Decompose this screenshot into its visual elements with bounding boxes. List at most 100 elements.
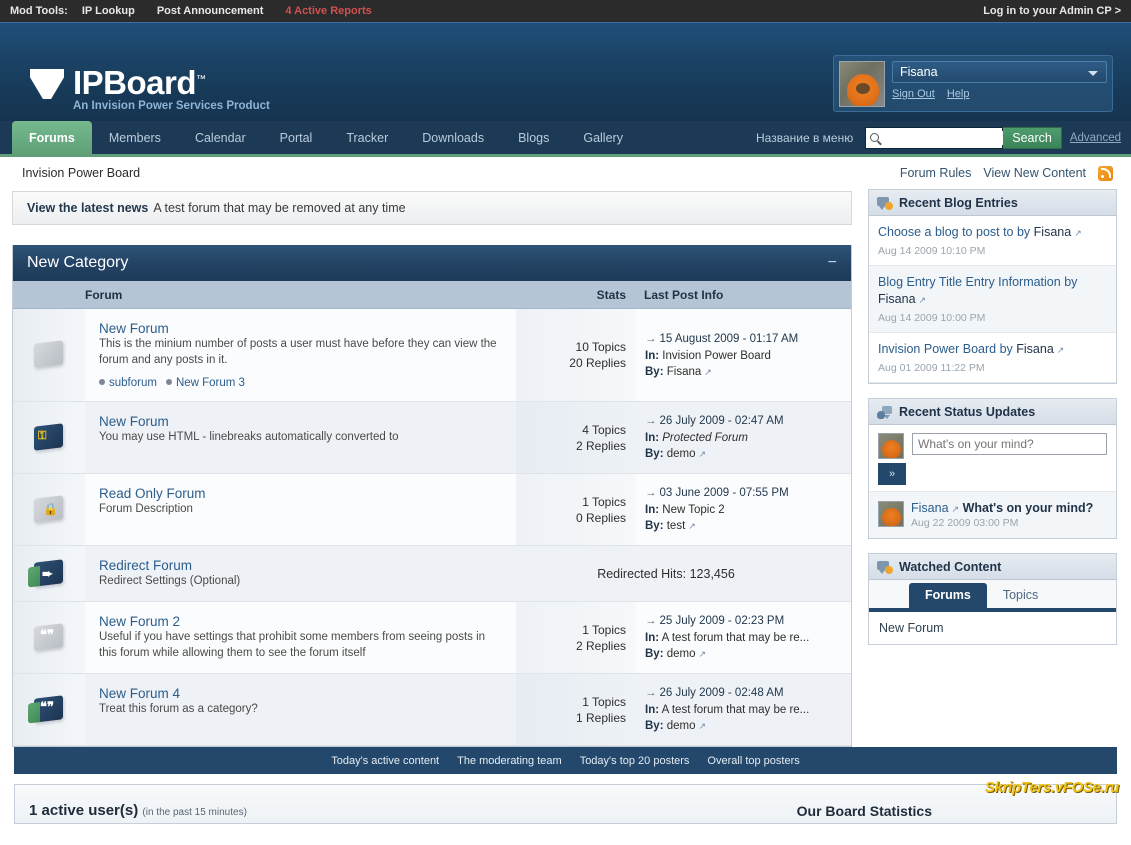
tab-tracker[interactable]: Tracker (329, 121, 405, 154)
forum-rules-link[interactable]: Forum Rules (900, 166, 972, 180)
table-row[interactable]: ❝❞ New Forum 4 Treat this forum as a cat… (13, 674, 851, 746)
forum-stats-cell: 1 Topics 0 Replies (516, 474, 636, 545)
tab-gallery[interactable]: Gallery (566, 121, 640, 154)
last-post-author-link[interactable]: demo (667, 720, 696, 732)
tab-portal[interactable]: Portal (263, 121, 330, 154)
redirect-hits: Redirected Hits: 123,456 (597, 566, 735, 581)
subforum-link[interactable]: subforum (109, 377, 157, 389)
search-box[interactable] (865, 126, 1039, 149)
list-item[interactable]: New Forum (869, 612, 1116, 644)
news-banner[interactable]: View the latest news A test forum that m… (12, 191, 852, 225)
last-post-cell: → 26 July 2009 - 02:48 AM In: A test foru… (636, 674, 851, 745)
forum-title-link[interactable]: New Forum (99, 321, 169, 336)
last-post-cell: → 03 June 2009 - 07:55 PM In: New Topic 2… (636, 474, 851, 545)
forum-stats-cell: 1 Topics 2 Replies (516, 602, 636, 673)
blog-icon (877, 196, 893, 210)
last-post-author-link[interactable]: demo (667, 448, 696, 460)
tab-watched-forums[interactable]: Forums (909, 583, 987, 608)
tab-blogs[interactable]: Blogs (501, 121, 566, 154)
forum-info-cell: New Forum You may use HTML - linebreaks … (85, 402, 516, 473)
forum-title-link[interactable]: New Forum 2 (99, 614, 180, 629)
last-post-cell: → 25 July 2009 - 02:23 PM In: A test foru… (636, 602, 851, 673)
mod-tool-active-reports[interactable]: 4 Active Reports (285, 5, 371, 17)
list-item[interactable]: Choose a blog to post to by Fisana ↗ Aug … (869, 216, 1116, 266)
view-new-content-link[interactable]: View New Content (983, 166, 1086, 180)
user-menu-select[interactable]: Fisana (892, 61, 1107, 83)
sign-out-link[interactable]: Sign Out (892, 88, 935, 100)
admin-cp-link[interactable]: Log in to your Admin CP > (983, 5, 1121, 17)
chevron-down-icon (1088, 71, 1098, 76)
topics-count: 1 Topics (582, 694, 626, 709)
forum-status-cell: ⚿ (13, 402, 85, 473)
footer-link-overall-top-posters[interactable]: Overall top posters (707, 755, 799, 767)
last-post-author-link[interactable]: demo (667, 648, 696, 660)
site-logo[interactable]: IPBoard™ An Invision Power Services Prod… (30, 61, 270, 112)
rss-icon[interactable] (1098, 165, 1113, 181)
last-post-author-link[interactable]: test (667, 520, 686, 532)
list-item[interactable]: Fisana ↗ What's on your mind? Aug 22 2009… (869, 492, 1116, 538)
list-item[interactable]: Invision Power Board by Fisana ↗ Aug 01 2… (869, 333, 1116, 383)
help-link[interactable]: Help (947, 88, 970, 100)
tab-forums[interactable]: Forums (12, 121, 92, 154)
forum-description: You may use HTML - linebreaks automatica… (99, 431, 399, 443)
breadcrumb[interactable]: Invision Power Board (12, 157, 852, 189)
table-row[interactable]: New Forum This is the minium number of p… (13, 309, 851, 402)
user-avatar[interactable] (839, 61, 885, 107)
active-users-text: 1 active user(s) (in the past 15 minutes… (29, 802, 247, 819)
last-post-topic-link[interactable]: Invision Power Board (662, 350, 771, 362)
footer-link-moderating-team[interactable]: The moderating team (457, 755, 562, 767)
tab-downloads[interactable]: Downloads (405, 121, 501, 154)
last-post-date: 26 July 2009 - 02:47 AM (659, 415, 784, 427)
last-post-topic-link[interactable]: Protected Forum (662, 432, 748, 444)
status-input[interactable] (912, 433, 1107, 455)
status-submit-button[interactable]: » (878, 463, 906, 485)
panel-title: Recent Blog Entries (899, 195, 1018, 210)
table-row[interactable]: ➨ Redirect Forum Redirect Settings (Opti… (13, 546, 851, 602)
watermark: SkripTers.vFOSe.ru (984, 779, 1119, 796)
table-row[interactable]: ❝❞ New Forum 2 Useful if you have settin… (13, 602, 851, 674)
list-item[interactable]: Blog Entry Title Entry Information by Fi… (869, 266, 1116, 333)
last-post-author-link[interactable]: Fisana (667, 366, 702, 378)
footer-area: Today's active content The moderating te… (0, 747, 1131, 824)
forum-title-link[interactable]: New Forum (99, 414, 169, 429)
forum-quote-gray-icon: ❝❞ (31, 622, 67, 653)
status-author-link[interactable]: Fisana (911, 501, 949, 515)
mod-tool-post-announcement[interactable]: Post Announcement (157, 5, 264, 17)
forum-title-link[interactable]: New Forum 4 (99, 686, 180, 701)
nav-search-area: Название в меню Search Advanced (756, 121, 1131, 154)
last-post-cell: → 15 August 2009 - 01:17 AM In: Invision … (636, 309, 851, 401)
table-row[interactable]: 🔒 Read Only Forum Forum Description 1 To… (13, 474, 851, 546)
last-post-topic-link[interactable]: A test forum that may be re... (662, 704, 810, 716)
table-row[interactable]: ⚿ New Forum You may use HTML - linebreak… (13, 402, 851, 474)
forum-stats-cell: 1 Topics 1 Replies (516, 674, 636, 745)
mod-tools-label: Mod Tools: (10, 5, 68, 17)
forum-title-link[interactable]: Read Only Forum (99, 486, 206, 501)
tab-watched-topics[interactable]: Topics (987, 583, 1054, 608)
forum-status-cell: ➨ (13, 546, 85, 601)
mod-tool-ip-lookup[interactable]: IP Lookup (82, 5, 135, 17)
panel-header: Recent Blog Entries (869, 190, 1116, 216)
external-link-icon: ↗ (698, 649, 707, 659)
menu-title-label: Название в меню (756, 130, 854, 145)
forum-info-cell: Read Only Forum Forum Description (85, 474, 516, 545)
advanced-search-link[interactable]: Advanced (1070, 132, 1121, 144)
last-post-by-label: By: (645, 520, 664, 532)
topics-count: 10 Topics (575, 340, 626, 354)
forum-status-cell (13, 309, 85, 401)
footer-link-top-20-posters[interactable]: Today's top 20 posters (580, 755, 690, 767)
subforum-link[interactable]: New Forum 3 (176, 377, 245, 389)
watched-content-panel: Watched Content Forums Topics New Forum (868, 553, 1117, 645)
last-post-by-label: By: (645, 448, 664, 460)
external-link-icon: ↗ (951, 504, 960, 514)
search-button[interactable]: Search (1003, 126, 1062, 149)
news-title: View the latest news (27, 201, 149, 215)
forum-title-link[interactable]: Redirect Forum (99, 558, 192, 573)
tab-members[interactable]: Members (92, 121, 178, 154)
logo-title-text: IPBoard (73, 64, 197, 101)
collapse-toggle-icon[interactable]: − (828, 255, 837, 271)
footer-link-active-content[interactable]: Today's active content (331, 755, 439, 767)
nav-tabs: Forums Members Calendar Portal Tracker D… (0, 121, 640, 154)
last-post-topic-link[interactable]: New Topic 2 (662, 504, 724, 516)
tab-calendar[interactable]: Calendar (178, 121, 263, 154)
last-post-topic-link[interactable]: A test forum that may be re... (662, 632, 810, 644)
